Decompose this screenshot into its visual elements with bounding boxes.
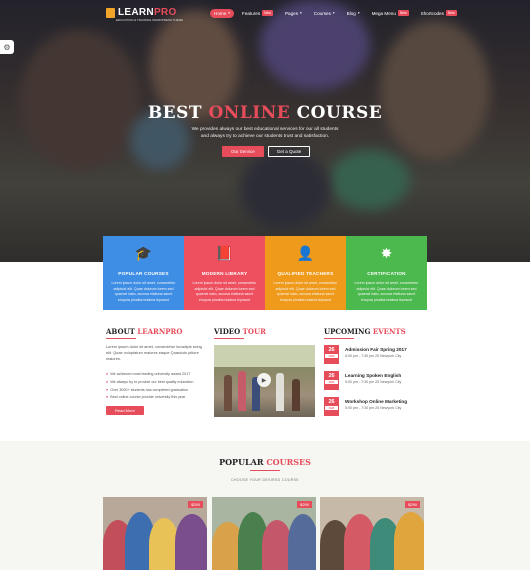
chevron-down-icon: ▾ xyxy=(332,11,335,15)
event-item[interactable]: 26 FEB Admission Fair Spring 2017 5:00 pm… xyxy=(324,345,434,365)
hero-title: BEST ONLINE COURSE xyxy=(147,103,383,123)
feature-title: MODERN LIBRARY xyxy=(201,271,248,276)
nav-features[interactable]: Features New xyxy=(238,8,277,18)
about-text: Lorem ipsum dolor sit amet, consectetur … xyxy=(106,344,202,361)
top-navigation: LEARNPRO EDUCATION & TRAINING WORDPRESS … xyxy=(0,0,530,26)
new-badge: New xyxy=(445,10,457,16)
event-date: 26 FEB xyxy=(324,345,339,364)
bullet-icon: ● xyxy=(106,395,109,400)
brand-tagline: EDUCATION & TRAINING WORDPRESS THEME xyxy=(116,18,184,22)
course-card[interactable]: $290 xyxy=(212,497,316,570)
our-service-button[interactable]: Our Service xyxy=(222,146,264,157)
event-meta: 5:00 pm - 7:30 pm 25 Newyork City xyxy=(345,354,402,358)
event-item[interactable]: 26 FEB Workshop Online Marketing 5:00 pm … xyxy=(324,397,434,417)
popular-subtitle: CHOOSE YOUR DESIRED COURSE xyxy=(230,478,300,482)
events-divider xyxy=(324,338,354,339)
feature-title: CERTIFICATION xyxy=(367,271,406,276)
video-heading: VIDEO TOUR xyxy=(214,327,266,336)
nav-courses[interactable]: Courses ▾ xyxy=(310,9,339,18)
popular-divider xyxy=(250,470,280,471)
feature-text: Lorem ipsum dolor sit amet, consectetur … xyxy=(192,281,257,302)
about-list: ● We achieved most leading university awa… xyxy=(106,371,211,402)
bullet-icon: ● xyxy=(106,379,109,384)
bullet-icon: ● xyxy=(106,387,109,392)
feature-text: Lorem ipsum dolor sit amet, consectetur … xyxy=(111,281,176,302)
feature-modern-library[interactable]: 📕 MODERN LIBRARY Lorem ipsum dolor sit a… xyxy=(184,236,265,310)
nav-pages[interactable]: Pages ▾ xyxy=(281,9,306,18)
event-date: 26 FEB xyxy=(324,397,339,416)
video-divider xyxy=(214,338,244,339)
graduation-cap-icon: 🎓 xyxy=(134,245,153,261)
video-thumbnail[interactable]: ▶ xyxy=(214,345,315,417)
book-icon: 📕 xyxy=(215,245,234,261)
brand-logo[interactable]: LEARNPRO xyxy=(106,7,177,18)
events-heading: UPCOMING EVENTS xyxy=(324,327,406,336)
feature-text: Lorem ipsum dolor sit amet, consectetur … xyxy=(273,281,338,302)
nav-mega-menu[interactable]: Mega Menu New xyxy=(368,8,413,18)
hero-buttons: Our Service Get a Quote xyxy=(222,146,311,157)
event-date: 26 FEB xyxy=(324,371,339,390)
settings-gear-icon[interactable]: ⚙ xyxy=(0,40,14,54)
event-item[interactable]: 26 FEB Learning Spoken English 5:00 pm - … xyxy=(324,371,434,391)
main-menu: Home ▾ Features New Pages ▾ Courses ▾ Blog ▾ … xyxy=(210,8,461,18)
chevron-down-icon: ▾ xyxy=(357,11,360,15)
popular-heading: POPULAR COURSES xyxy=(219,457,311,467)
teacher-icon: 👤 xyxy=(296,245,315,261)
brand-name: LEARNPRO xyxy=(118,7,177,18)
play-icon[interactable]: ▶ xyxy=(257,373,271,387)
event-title[interactable]: Learning Spoken English xyxy=(345,373,401,378)
feature-qualified-teachers[interactable]: 👤 QUALIFIED TEACHERS Lorem ipsum dolor s… xyxy=(265,236,346,310)
nav-blog[interactable]: Blog ▾ xyxy=(343,9,364,18)
feature-title: POPULAR COURSES xyxy=(118,271,169,276)
chevron-down-icon: ▾ xyxy=(228,11,231,15)
price-badge: $290 xyxy=(405,501,420,508)
new-badge: New xyxy=(397,10,409,16)
bullet-icon: ● xyxy=(106,372,109,376)
list-item: ● We always try to provide our best quali… xyxy=(106,379,194,384)
list-item: ● Best online course provide university t… xyxy=(106,395,186,400)
event-title[interactable]: Workshop Online Marketing xyxy=(345,399,407,404)
certificate-icon: ✸ xyxy=(380,245,393,261)
course-card[interactable]: $290 xyxy=(103,497,207,570)
feature-popular-courses[interactable]: 🎓 POPULAR COURSES Lorem ipsum dolor sit … xyxy=(103,236,184,310)
get-quote-button[interactable]: Get a Quote xyxy=(267,146,311,157)
feature-text: Lorem ipsum dolor sit amet, consectetur … xyxy=(354,281,419,302)
event-meta: 5:00 pm - 7:30 pm 25 Newyork City xyxy=(345,406,402,410)
about-heading: ABOUT LEARNPRO xyxy=(106,327,183,336)
course-card[interactable]: $290 xyxy=(320,497,424,570)
event-meta: 5:00 pm - 7:30 pm 25 Newyork City xyxy=(345,380,402,384)
nav-home[interactable]: Home ▾ xyxy=(210,8,235,18)
hero-subtitle: We provides always our best educational … xyxy=(191,127,339,139)
logo-icon xyxy=(106,7,115,18)
read-more-button[interactable]: Read More xyxy=(106,406,144,415)
feature-certification[interactable]: ✸ CERTIFICATION Lorem ipsum dolor sit am… xyxy=(346,236,427,310)
event-title[interactable]: Admission Fair Spring 2017 xyxy=(345,347,407,352)
price-badge: $290 xyxy=(188,501,203,508)
list-item: ● Over 3000+ students has completed gradu… xyxy=(106,387,189,392)
feature-title: QUALIFIED TEACHERS xyxy=(277,271,334,276)
chevron-down-icon: ▾ xyxy=(300,11,302,15)
new-badge: New xyxy=(262,10,273,16)
about-divider xyxy=(106,338,136,339)
feature-boxes: 🎓 POPULAR COURSES Lorem ipsum dolor sit … xyxy=(103,236,427,310)
nav-shortcodes[interactable]: Shortcodes New xyxy=(417,8,461,18)
price-badge: $290 xyxy=(297,501,312,508)
list-item: ● We achieved most leading university awa… xyxy=(106,372,191,376)
